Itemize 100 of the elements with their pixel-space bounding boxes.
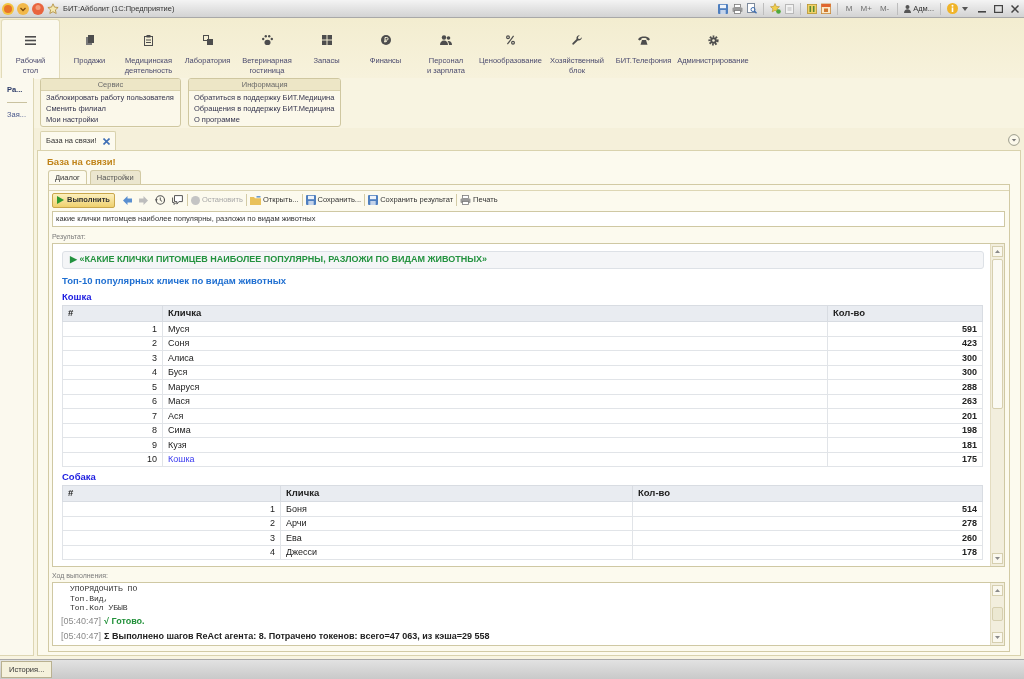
table-cell: 9 [62,437,163,452]
scroll-up-button[interactable] [992,246,1003,257]
squares-icon [202,35,213,45]
table-cell: Арчи [280,516,633,531]
table-cell: 201 [827,408,983,423]
result-heading: ▶ «КАКИЕ КЛИЧКИ ПИТОМЦЕВ НАИБОЛЕЕ ПОПУЛЯРНЫ, РАЗЛОЖИ ПО ВИДАМ ЖИВОТНЫХ» [62,251,984,269]
maximize-icon[interactable] [994,4,1003,13]
table-cell: 278 [632,516,983,531]
column-header: Кол-во [827,305,983,322]
table-cell: Джесси [280,545,633,560]
arrow-left-icon[interactable] [122,195,132,205]
table-cell: 4 [62,365,163,380]
page-icon[interactable] [784,3,794,14]
menu-icon [25,35,36,45]
star-icon[interactable] [47,2,59,15]
folder-icon [249,195,261,205]
triangle-down-icon [995,557,1000,560]
group-heading: Кошка [62,291,93,302]
table-cell: Сима [162,423,828,438]
table-cell: 260 [632,530,983,545]
chevron-circle-icon[interactable] [1008,134,1020,146]
scroll-thumb[interactable] [992,259,1003,409]
group-heading: Собака [62,471,97,482]
column-header: Кличка [280,485,633,502]
table-cell: 198 [827,423,983,438]
table-cell: Мася [162,394,828,409]
triangle-down-icon [995,636,1000,639]
table-cell: 181 [827,437,983,452]
column-header: Кличка [162,305,828,322]
form-title: База на связи! [46,155,117,168]
table-cell: 263 [827,394,983,409]
table-cell: Ева [280,530,633,545]
table-cell: 7 [62,408,163,423]
status-message: √ Готово. [104,614,145,628]
table-cell: 300 [827,350,983,365]
gear-icon [707,34,719,46]
table-cell: 8 [62,423,163,438]
scroll-up-button[interactable] [992,585,1003,596]
triangle-up-icon [995,589,1000,592]
orb-icon[interactable] [32,2,44,15]
column-header: # [62,305,163,322]
phone-icon [637,35,650,45]
scrollbar[interactable] [990,583,1004,645]
info-icon[interactable] [947,3,958,14]
column-header: Кол-во [632,485,983,502]
summary-message: Σ Выполнено шагов ReAct агента: 8. Потрачено токенов: всего=47 063, из кэша=29 558 [104,629,490,643]
close-icon[interactable] [102,137,110,145]
table-cell: 2 [62,516,281,531]
caret-icon[interactable] [962,6,968,11]
triangle-up-icon [995,250,1000,253]
table-cell: 3 [62,530,281,545]
paw-icon [261,35,273,45]
calendar-icon[interactable] [820,3,831,14]
link-cell[interactable]: Кошка [162,452,828,467]
code-line: Топ.Кол УБЫВ [69,603,129,613]
app-logo-icon[interactable] [2,2,14,15]
grid-icon [321,35,332,45]
table-cell: 591 [827,321,983,336]
table-cell: 5 [62,379,163,394]
printer-icon[interactable] [731,3,743,14]
result-title: Топ-10 популярных кличек по видам животных [62,275,288,286]
column-header: # [62,485,281,502]
table-cell: Маруся [162,379,828,394]
table-cell: 10 [62,452,163,467]
people-icon [440,35,452,45]
table-cell: 4 [62,545,281,560]
timestamp: [05:40:47] [61,614,102,628]
clipboard-icon [144,34,153,46]
printer-icon [460,195,472,205]
columns-icon[interactable] [806,3,817,14]
stop-icon [190,195,200,205]
timestamp: [05:40:47] [61,629,102,643]
speech-bubble-icon[interactable] [171,195,183,205]
table-cell: Соня [162,336,828,351]
table-cell: 1 [62,321,163,336]
user-icon [904,4,912,13]
table-cell: 6 [62,394,163,409]
table-cell: 178 [632,545,983,560]
coin-icon [380,35,391,45]
star-badge-icon[interactable] [769,3,781,14]
scroll-down-button[interactable] [992,632,1003,643]
minimize-icon[interactable] [978,10,986,13]
table-cell: Муся [162,321,828,336]
scroll-thumb[interactable] [992,606,1003,621]
chevron-down-icon[interactable] [17,2,29,15]
close-icon[interactable] [1011,4,1019,13]
save-icon[interactable] [717,3,728,14]
clock-icon[interactable] [154,195,165,205]
code-line: Топ.Вид, [69,593,110,603]
scrollbar[interactable] [990,244,1004,566]
table-cell: 300 [827,365,983,380]
play-icon [57,196,64,204]
save-icon [305,195,316,205]
scroll-down-button[interactable] [992,553,1003,564]
table-cell: Алиса [162,350,828,365]
code-line: УПОРЯДОЧИТЬ ПО [69,584,139,594]
save-icon [368,195,379,205]
table-cell: 288 [827,379,983,394]
page-magnifier-icon[interactable] [746,3,757,14]
table-cell: 3 [62,350,163,365]
